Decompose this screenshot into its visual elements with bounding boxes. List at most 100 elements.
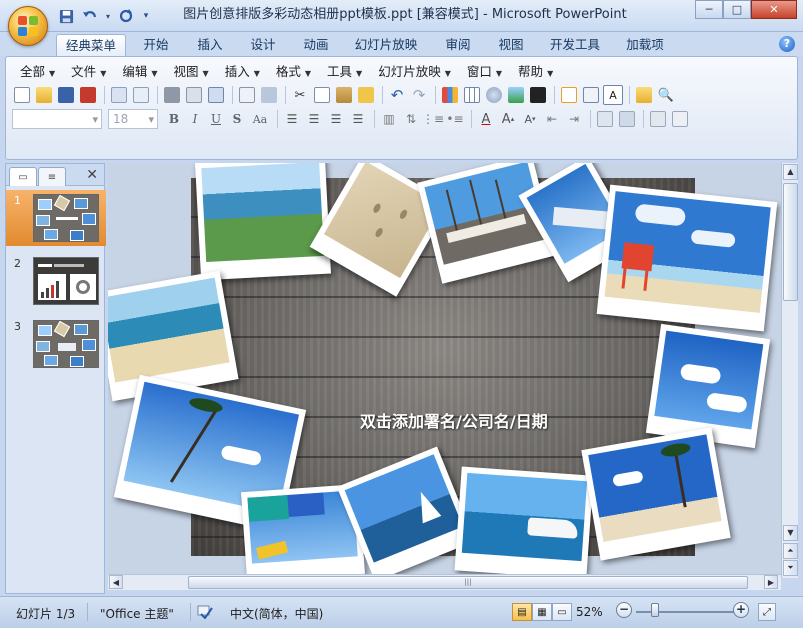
menu-format[interactable]: 格式 ▼ xyxy=(268,62,319,82)
find-icon[interactable]: 🔍 xyxy=(656,85,676,105)
align-right-icon[interactable]: ☰ xyxy=(326,109,346,129)
tab-design[interactable]: 设计 xyxy=(241,34,285,56)
paste-icon[interactable] xyxy=(334,85,354,105)
shape-outline-icon[interactable] xyxy=(670,109,690,129)
horizontal-scroll-thumb[interactable]: ||| xyxy=(188,576,748,589)
shrink-font-icon[interactable]: A ▾ xyxy=(520,109,540,129)
menu-file[interactable]: 文件 ▼ xyxy=(63,62,114,82)
menu-slideshow[interactable]: 幻灯片放映 ▼ xyxy=(370,62,459,82)
menu-help[interactable]: 帮助 ▼ xyxy=(510,62,561,82)
tab-developer[interactable]: 开发工具 xyxy=(542,34,608,56)
save-icon[interactable] xyxy=(56,7,76,25)
print-icon[interactable] xyxy=(162,85,182,105)
tab-classic-menu[interactable]: 经典菜单 xyxy=(56,34,126,56)
slide-thumbnail-2[interactable]: 2 xyxy=(6,253,106,309)
shape-fill-icon[interactable] xyxy=(648,109,668,129)
bold-button[interactable]: B xyxy=(164,109,184,129)
tab-addins[interactable]: 加载项 xyxy=(617,34,673,56)
menu-tools[interactable]: 工具 ▼ xyxy=(319,62,370,82)
email-icon[interactable] xyxy=(131,85,151,105)
fit-to-window-button[interactable]: ⤢ xyxy=(758,603,776,621)
proofing-icon[interactable] xyxy=(197,605,213,622)
scroll-left-icon[interactable]: ◀ xyxy=(109,575,123,589)
columns-icon[interactable]: ▥ xyxy=(379,109,399,129)
slide-layout-icon[interactable] xyxy=(581,85,601,105)
new-slide-icon[interactable] xyxy=(559,85,579,105)
next-slide-icon[interactable]: ⏷ xyxy=(783,560,798,576)
tab-view[interactable]: 视图 xyxy=(489,34,533,56)
italic-button[interactable]: I xyxy=(185,109,205,129)
slide-caption-text[interactable]: 双击添加署名/公司名/日期 xyxy=(360,408,580,432)
text-direction-icon[interactable]: ⇅ xyxy=(401,109,421,129)
tab-review[interactable]: 审阅 xyxy=(436,34,480,56)
close-pane-icon[interactable]: ✕ xyxy=(86,167,98,183)
close-button[interactable]: ✕ xyxy=(751,0,797,19)
folder-icon[interactable] xyxy=(634,85,654,105)
language-status[interactable]: 中文(简体，中国) xyxy=(230,605,323,622)
font-name-combo[interactable]: ▾ xyxy=(12,109,102,129)
undo-dropdown-icon[interactable]: ▾ xyxy=(104,7,112,25)
insert-chart-icon[interactable] xyxy=(440,85,460,105)
menu-view[interactable]: 视图 ▼ xyxy=(166,62,217,82)
slide-thumbnail-3[interactable]: 3 xyxy=(6,316,106,372)
tab-outline-view[interactable]: ≡ xyxy=(38,167,66,186)
photo-lifeguard-tower[interactable] xyxy=(596,184,778,332)
bullets-icon[interactable]: •≡ xyxy=(445,109,465,129)
tab-slideshow[interactable]: 幻灯片放映 xyxy=(347,34,425,56)
insert-table-icon[interactable] xyxy=(462,85,482,105)
slide-thumbnail-1[interactable]: 1 xyxy=(6,190,106,246)
tab-slides-view[interactable]: ▭ xyxy=(9,167,37,186)
shapes-icon[interactable] xyxy=(595,109,615,129)
align-center-icon[interactable]: ☰ xyxy=(304,109,324,129)
scroll-up-icon[interactable]: ▲ xyxy=(783,164,798,180)
theme-status[interactable]: "Office 主题" xyxy=(100,605,174,622)
align-left-icon[interactable]: ☰ xyxy=(282,109,302,129)
tab-animations[interactable]: 动画 xyxy=(294,34,338,56)
customize-qat-icon[interactable]: ▾ xyxy=(140,7,152,25)
photo-palm-beach[interactable] xyxy=(581,427,731,561)
save-icon[interactable] xyxy=(56,85,76,105)
change-case-button[interactable]: Aa xyxy=(248,109,272,129)
shadow-button[interactable]: S xyxy=(227,109,247,129)
decrease-indent-icon[interactable]: ⇤ xyxy=(542,109,562,129)
restore-button[interactable]: □ xyxy=(723,0,751,19)
menu-window[interactable]: 窗口 ▼ xyxy=(459,62,510,82)
insert-picture-icon[interactable] xyxy=(506,85,526,105)
zoom-in-button[interactable]: + xyxy=(733,602,749,618)
zoom-slider-thumb[interactable] xyxy=(651,603,659,617)
menu-edit[interactable]: 编辑 ▼ xyxy=(114,62,165,82)
tab-insert[interactable]: 插入 xyxy=(188,34,232,56)
fill-color-icon[interactable] xyxy=(528,85,548,105)
permission-icon[interactable] xyxy=(109,85,129,105)
slide-editing-area[interactable]: 双击添加署名/公司名/日期 xyxy=(108,163,781,578)
copy-icon[interactable] xyxy=(312,85,332,105)
zoom-out-button[interactable]: − xyxy=(616,602,632,618)
slide-sorter-view-button[interactable]: ▦ xyxy=(532,603,552,621)
text-box-icon[interactable]: A xyxy=(603,85,623,105)
clipart-icon[interactable] xyxy=(484,85,504,105)
previous-slide-icon[interactable]: ⏶ xyxy=(783,543,798,559)
underline-button[interactable]: U xyxy=(206,109,226,129)
save-as-pdf-icon[interactable] xyxy=(78,85,98,105)
menu-insert[interactable]: 插入 ▼ xyxy=(217,62,268,82)
photo-coast[interactable] xyxy=(195,163,331,281)
increase-indent-icon[interactable]: ⇥ xyxy=(564,109,584,129)
undo-icon[interactable] xyxy=(80,7,100,25)
spelling-icon[interactable] xyxy=(237,85,257,105)
slide-count-status[interactable]: 幻灯片 1/3 xyxy=(16,605,75,622)
research-icon[interactable] xyxy=(259,85,279,105)
photo-yacht[interactable] xyxy=(454,466,594,578)
open-folder-icon[interactable] xyxy=(34,85,54,105)
print-preview-icon[interactable] xyxy=(184,85,204,105)
new-document-icon[interactable] xyxy=(12,85,32,105)
menu-all[interactable]: 全部 ▼ xyxy=(12,62,63,82)
cut-icon[interactable]: ✂ xyxy=(290,85,310,105)
font-color-icon[interactable]: A xyxy=(476,109,496,129)
vertical-scrollbar[interactable]: ▲ ▼ ⏶ ⏷ xyxy=(781,163,798,578)
scroll-right-icon[interactable]: ▶ xyxy=(764,575,778,589)
redo-icon[interactable] xyxy=(116,7,136,25)
horizontal-scrollbar[interactable]: ◀ ||| ▶ xyxy=(108,574,781,590)
redo-icon[interactable]: ↷ xyxy=(409,85,429,105)
window-icon[interactable] xyxy=(206,85,226,105)
zoom-level[interactable]: 52% xyxy=(576,605,603,619)
